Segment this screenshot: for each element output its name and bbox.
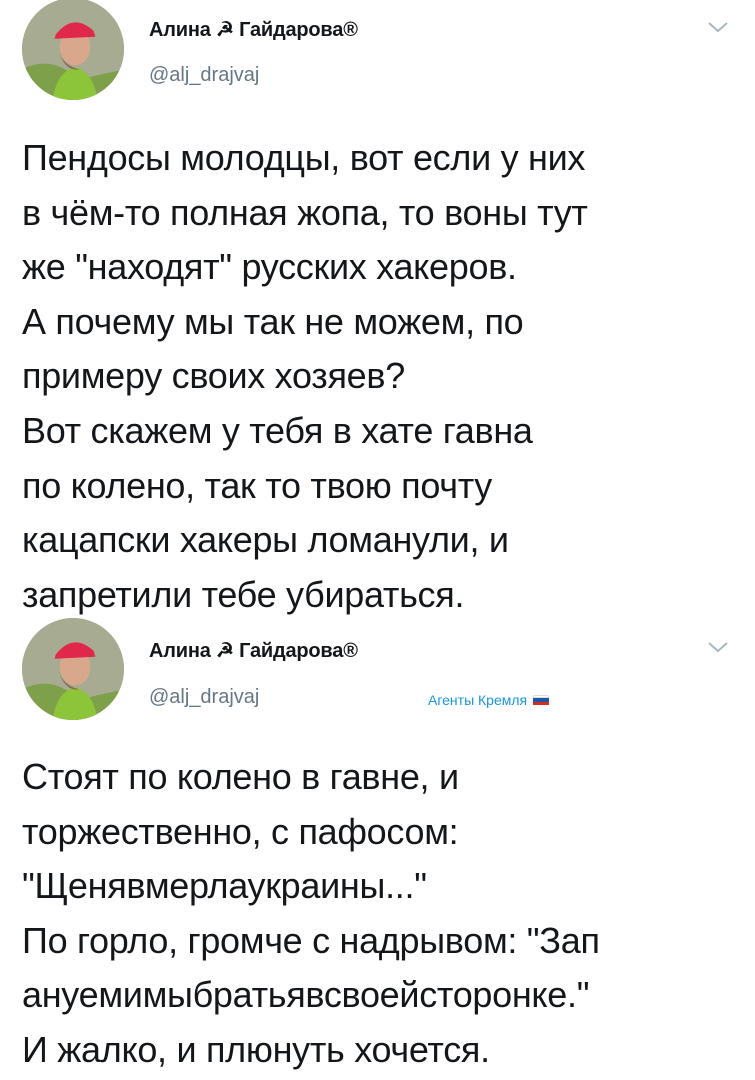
tweet-2: Алина ☭ Гайдарова® @alj_drajvaj Агенты К… (0, 610, 755, 1080)
group-tag-label: Агенты Кремля (428, 692, 528, 708)
avatar[interactable] (22, 618, 124, 720)
tweet-1: Алина ☭ Гайдарова® @alj_drajvaj Пендосы … (0, 0, 755, 615)
avatar-photo (22, 618, 124, 720)
author-name[interactable]: Алина ☭ Гайдарова® (149, 17, 358, 42)
avatar-photo (22, 0, 124, 100)
group-tag[interactable]: Агенты Кремля (428, 692, 550, 708)
tweet-text: Стоят по колено в гавне, и торжественно,… (22, 756, 600, 1070)
author-handle[interactable]: @alj_drajvaj (149, 64, 259, 87)
author-name[interactable]: Алина ☭ Гайдарова® (149, 638, 358, 663)
russia-flag-icon (533, 694, 550, 706)
tweet-text: Пендосы молодцы, вот если у них в чём-то… (22, 137, 588, 615)
chevron-down-icon[interactable] (707, 640, 729, 654)
author-handle[interactable]: @alj_drajvaj (149, 686, 259, 709)
chevron-down-icon[interactable] (707, 20, 729, 34)
avatar[interactable] (22, 0, 124, 100)
